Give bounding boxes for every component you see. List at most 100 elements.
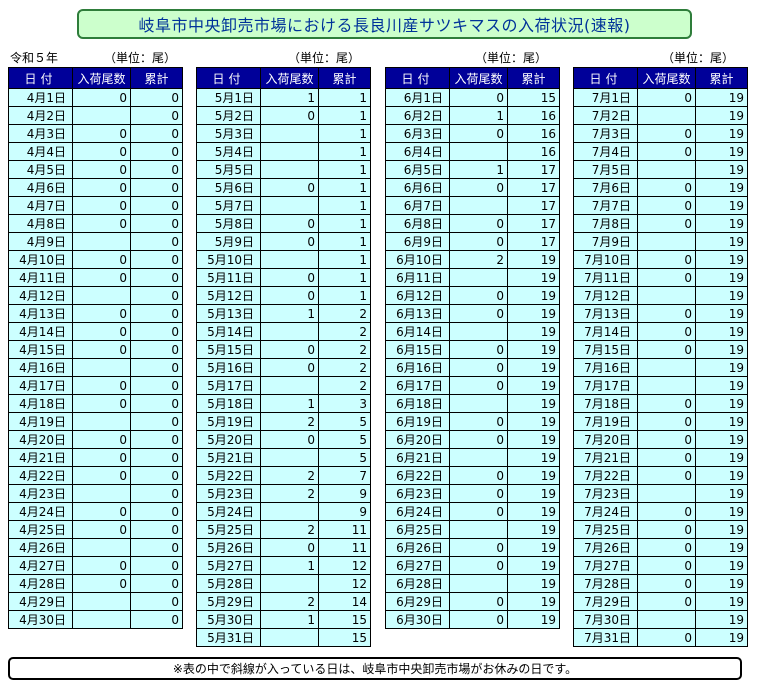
- table-row: 4月5日 0 0: [8, 160, 183, 179]
- arrivals-cell: 0: [449, 214, 508, 233]
- cumulative-cell: 19: [695, 592, 748, 611]
- cumulative-cell: 2: [318, 376, 371, 395]
- table-row: 7月20日 0 19: [573, 430, 748, 449]
- arrivals-cell: [72, 484, 131, 503]
- table-row: 7月1日 0 19: [573, 88, 748, 107]
- date-cell: 4月19日: [8, 412, 73, 431]
- date-cell: 6月18日: [385, 394, 450, 413]
- table-row: 4月28日 0 0: [8, 574, 183, 593]
- cumulative-cell: 17: [507, 178, 560, 197]
- cumulative-cell: 19: [695, 88, 748, 107]
- arrivals-cell: 0: [72, 430, 131, 449]
- arrivals-cell: 0: [637, 214, 696, 233]
- date-cell: 5月12日: [196, 286, 261, 305]
- cumulative-cell: 19: [507, 376, 560, 395]
- arrivals-cell: 0: [72, 376, 131, 395]
- date-cell: 5月20日: [196, 430, 261, 449]
- table-row: 6月15日 0 19: [385, 340, 560, 359]
- date-cell: 7月22日: [573, 466, 638, 485]
- date-cell: 5月16日: [196, 358, 261, 377]
- date-cell: 5月5日: [196, 160, 261, 179]
- arrivals-cell: 0: [449, 232, 508, 251]
- table-row: 6月28日 19: [385, 574, 560, 593]
- date-cell: 6月27日: [385, 556, 450, 575]
- date-cell: 5月18日: [196, 394, 261, 413]
- closed-day-cell: [449, 520, 508, 539]
- arrivals-cell: 0: [637, 502, 696, 521]
- cumulative-cell: 19: [695, 520, 748, 539]
- cumulative-cell: 17: [507, 196, 560, 215]
- header-date: 日付: [385, 67, 450, 89]
- date-cell: 5月14日: [196, 322, 261, 341]
- closed-day-cell: [72, 592, 131, 611]
- date-cell: 6月5日: [385, 160, 450, 179]
- table-row: 4月26日 0: [8, 538, 183, 557]
- table-row: 6月11日 19: [385, 268, 560, 287]
- table-row: 7月31日 0 19: [573, 628, 748, 647]
- date-cell: 5月31日: [196, 628, 261, 647]
- table-row: 4月29日 0: [8, 592, 183, 611]
- table-row: 7月18日 0 19: [573, 394, 748, 413]
- table-row: 7月12日 19: [573, 286, 748, 305]
- era-label: 令和５年: [10, 51, 59, 65]
- closed-day-cell: [449, 394, 508, 413]
- closed-day-cell: [260, 628, 319, 647]
- cumulative-cell: 19: [507, 322, 560, 341]
- table-row: 5月31日 15: [196, 628, 371, 647]
- cumulative-cell: 0: [130, 430, 183, 449]
- date-cell: 7月5日: [573, 160, 638, 179]
- cumulative-cell: 9: [318, 484, 371, 503]
- date-cell: 7月31日: [573, 628, 638, 647]
- cumulative-cell: 17: [507, 160, 560, 179]
- cumulative-cell: 19: [695, 412, 748, 431]
- closed-day-cell: [449, 448, 508, 467]
- cumulative-cell: 19: [695, 340, 748, 359]
- closed-day-cell: [72, 610, 131, 629]
- table-row: 6月19日 0 19: [385, 412, 560, 431]
- date-cell: 5月26日: [196, 538, 261, 557]
- table-row: 6月22日 0 19: [385, 466, 560, 485]
- date-cell: 6月20日: [385, 430, 450, 449]
- table-row: 6月7日 17: [385, 196, 560, 215]
- arrivals-cell: 0: [72, 214, 131, 233]
- page-title: 岐阜市中央卸売市場における長良川産サツキマスの入荷状況(速報): [77, 9, 692, 39]
- table-row: 5月1日 1 1: [196, 88, 371, 107]
- cumulative-cell: 19: [695, 394, 748, 413]
- cumulative-cell: 19: [507, 430, 560, 449]
- cumulative-cell: 1: [318, 286, 371, 305]
- date-cell: 6月19日: [385, 412, 450, 431]
- date-cell: 5月6日: [196, 178, 261, 197]
- date-cell: 5月19日: [196, 412, 261, 431]
- date-cell: 4月2日: [8, 106, 73, 125]
- table-row: 5月22日 2 7: [196, 466, 371, 485]
- table-row: 7月3日 0 19: [573, 124, 748, 143]
- date-cell: 6月2日: [385, 106, 450, 125]
- header-cumulative: 累計: [695, 67, 748, 89]
- arrivals-cell: 0: [449, 466, 508, 485]
- arrivals-cell: 0: [72, 178, 131, 197]
- date-cell: 7月13日: [573, 304, 638, 323]
- cumulative-cell: 19: [695, 124, 748, 143]
- unit-label-may: （単位：尾）: [288, 51, 361, 65]
- date-cell: 5月21日: [196, 448, 261, 467]
- arrivals-cell: 0: [72, 160, 131, 179]
- cumulative-cell: 0: [130, 124, 183, 143]
- closed-day-cell: [637, 232, 696, 251]
- arrivals-cell: 0: [72, 340, 131, 359]
- arrivals-cell: 0: [637, 556, 696, 575]
- cumulative-cell: 0: [130, 232, 183, 251]
- cumulative-cell: 7: [318, 466, 371, 485]
- table-row: 6月13日 0 19: [385, 304, 560, 323]
- table-row: 4月12日 0: [8, 286, 183, 305]
- table-row: 5月21日 5: [196, 448, 371, 467]
- cumulative-cell: 19: [507, 610, 560, 629]
- arrivals-cell: 0: [449, 430, 508, 449]
- cumulative-cell: 19: [507, 466, 560, 485]
- cumulative-cell: 5: [318, 412, 371, 431]
- date-cell: 6月29日: [385, 592, 450, 611]
- date-cell: 5月2日: [196, 106, 261, 125]
- cumulative-cell: 19: [507, 304, 560, 323]
- date-cell: 5月1日: [196, 88, 261, 107]
- arrivals-cell: 0: [72, 556, 131, 575]
- cumulative-cell: 0: [130, 106, 183, 125]
